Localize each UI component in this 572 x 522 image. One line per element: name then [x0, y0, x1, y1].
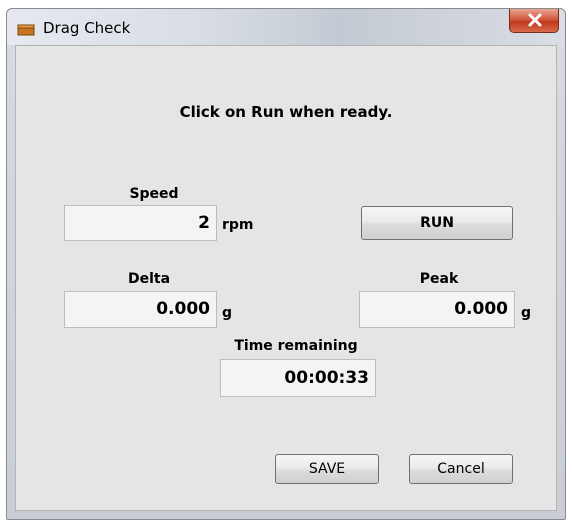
- delta-unit: g: [222, 305, 233, 321]
- speed-label: Speed: [129, 186, 179, 202]
- run-button[interactable]: RUN: [361, 206, 513, 240]
- delta-label: Delta: [127, 271, 171, 287]
- cancel-button[interactable]: Cancel: [409, 454, 513, 484]
- title-bar[interactable]: Drag Check: [7, 9, 565, 45]
- close-button[interactable]: [509, 9, 559, 33]
- peak-unit: g: [521, 305, 532, 321]
- app-window-icon: [17, 21, 35, 36]
- window-title: Drag Check: [43, 19, 131, 37]
- instruction-text: Click on Run when ready.: [179, 103, 393, 121]
- save-button[interactable]: SAVE: [275, 454, 379, 484]
- peak-label: Peak: [419, 271, 459, 287]
- speed-field: 2: [64, 205, 217, 241]
- drag-check-window: Drag Check Click on Run when ready. Spee…: [6, 8, 566, 520]
- delta-field: 0.000: [64, 291, 217, 328]
- peak-field: 0.000: [359, 291, 515, 328]
- speed-unit: rpm: [222, 217, 254, 233]
- time-remaining-label: Time remaining: [234, 338, 358, 354]
- close-x-icon: [528, 13, 542, 27]
- time-remaining-field: 00:00:33: [220, 359, 376, 397]
- dialog-client-area: Click on Run when ready. Speed 2 rpm RUN…: [15, 45, 557, 511]
